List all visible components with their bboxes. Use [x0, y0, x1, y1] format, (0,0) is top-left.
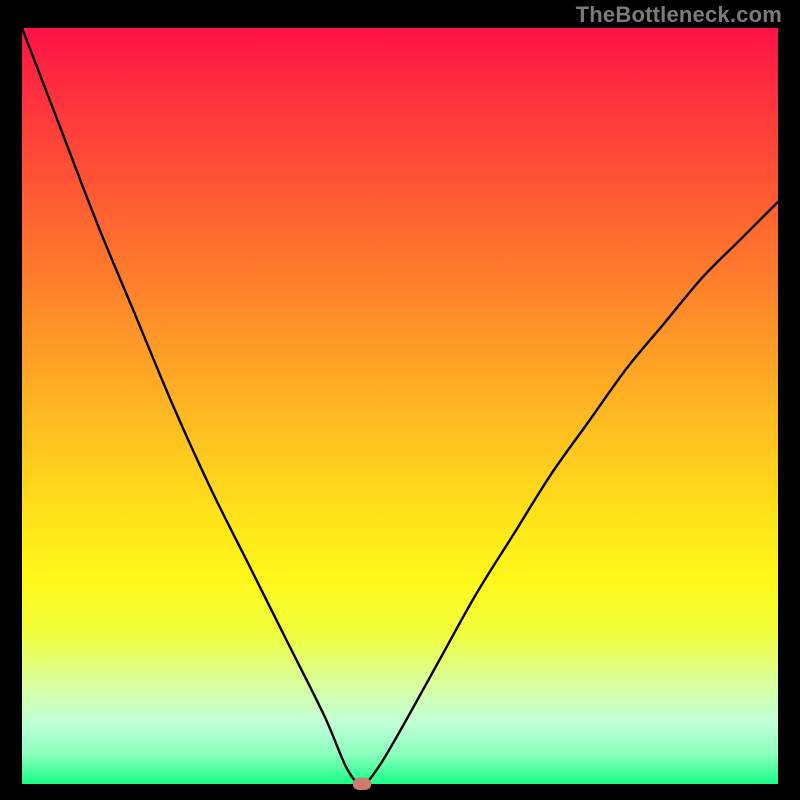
curve-svg	[22, 28, 778, 784]
optimum-marker	[353, 778, 371, 790]
chart-frame: TheBottleneck.com	[0, 0, 800, 800]
watermark-text: TheBottleneck.com	[576, 2, 782, 28]
plot-area	[22, 28, 778, 784]
bottleneck-curve	[22, 28, 778, 784]
